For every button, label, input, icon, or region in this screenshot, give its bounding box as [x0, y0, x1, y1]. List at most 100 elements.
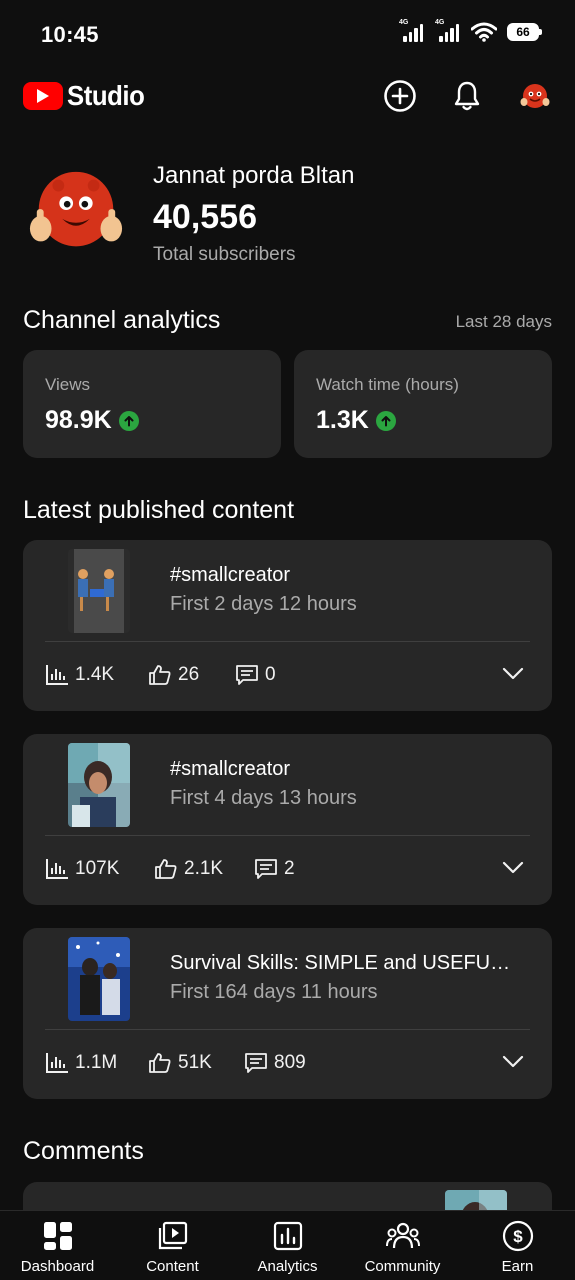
- video-title: #smallcreator: [170, 758, 291, 780]
- comment-icon: [236, 665, 258, 685]
- views-card[interactable]: Views 98.9K: [23, 350, 281, 458]
- trend-up-icon: [375, 410, 396, 431]
- comments-title: Comments: [23, 1137, 144, 1165]
- video-thumbnail[interactable]: [68, 549, 130, 633]
- stat-number: 1.3K: [316, 406, 369, 434]
- nav-label: Community: [364, 1258, 441, 1275]
- nav-label: Dashboard: [20, 1258, 95, 1275]
- comments-metric: 2: [254, 858, 295, 880]
- studio-logo[interactable]: Studio: [23, 80, 151, 112]
- notifications-button[interactable]: [447, 76, 487, 116]
- channel-avatar[interactable]: [27, 164, 125, 262]
- content-card[interactable]: #smallcreator First 4 days 13 hours 107K…: [23, 734, 552, 905]
- views-metric: 1.4K: [45, 664, 114, 686]
- chevron-down-icon: [502, 861, 524, 874]
- trend-up-icon: [118, 410, 139, 431]
- likes-value: 51K: [178, 1052, 212, 1073]
- likes-metric: 51K: [148, 1052, 212, 1074]
- thumb-up-icon: [149, 665, 171, 685]
- svg-text:$: $: [513, 1227, 523, 1246]
- expand-button[interactable]: [502, 667, 524, 686]
- channel-analytics-title: Channel analytics: [23, 306, 221, 334]
- comment-icon: [255, 859, 277, 879]
- nav-label: Earn: [501, 1258, 534, 1275]
- bar-chart-icon: [46, 665, 68, 685]
- comment-icon: [245, 1053, 267, 1073]
- nav-label: Analytics: [257, 1258, 318, 1275]
- divider: [45, 641, 530, 642]
- video-thumbnail[interactable]: [68, 743, 130, 827]
- subscriber-label: Total subscribers: [153, 244, 296, 265]
- chevron-down-icon: [502, 1055, 524, 1068]
- bell-icon: [454, 81, 480, 111]
- views-value: 1.1M: [75, 1052, 118, 1073]
- video-title: #smallcreator: [170, 564, 291, 586]
- nav-analytics[interactable]: Analytics: [230, 1219, 345, 1275]
- content-card[interactable]: Survival Skills: SIMPLE and USEFUL … Fir…: [23, 928, 552, 1099]
- video-timeframe: First 2 days 12 hours: [170, 593, 357, 615]
- expand-button[interactable]: [502, 861, 524, 880]
- views-metric: 1.1M: [45, 1052, 117, 1074]
- likes-metric: 2.1K: [154, 858, 223, 880]
- date-range-label: Last 28 days: [455, 312, 552, 331]
- channel-summary: Jannat porda Bltan 40,556 Total subscrib…: [23, 160, 553, 270]
- likes-value: 2.1K: [184, 858, 224, 879]
- expand-button[interactable]: [502, 1055, 524, 1074]
- video-title: Survival Skills: SIMPLE and USEFUL …: [170, 952, 520, 974]
- stat-number: 98.9K: [45, 406, 112, 434]
- comments-metric: 809: [244, 1052, 306, 1074]
- comments-metric: 0: [235, 664, 276, 686]
- divider: [45, 835, 530, 836]
- views-value: 1.4K: [75, 664, 115, 685]
- stat-label: Views: [45, 375, 91, 394]
- subscriber-count: 40,556: [153, 198, 257, 236]
- comments-value: 809: [274, 1052, 306, 1073]
- nav-earn[interactable]: $ Earn: [460, 1219, 575, 1275]
- likes-value: 26: [178, 664, 200, 685]
- battery-icon: 66: [507, 23, 542, 41]
- earn-icon: $: [502, 1220, 533, 1252]
- avatar: [520, 84, 550, 108]
- analytics-icon: [273, 1221, 302, 1251]
- thumb-up-icon: [149, 1053, 171, 1073]
- community-icon: [385, 1222, 420, 1249]
- chevron-down-icon: [502, 667, 524, 680]
- nav-dashboard[interactable]: Dashboard: [0, 1219, 115, 1275]
- thumb-up-icon: [155, 859, 177, 879]
- views-metric: 107K: [45, 858, 119, 880]
- cellular-signal-icon: 4G: [399, 19, 429, 42]
- views-value: 107K: [75, 858, 120, 879]
- dashboard-icon: [43, 1222, 72, 1250]
- stat-value: 98.9K: [45, 406, 139, 435]
- content-icon: [158, 1221, 187, 1250]
- nav-content[interactable]: Content: [115, 1219, 230, 1275]
- stat-label: Watch time (hours): [316, 375, 459, 394]
- nav-label: Content: [146, 1258, 199, 1275]
- nav-community[interactable]: Community: [345, 1219, 460, 1275]
- app-header: Studio: [0, 72, 575, 120]
- status-icons: 4G 4G 66: [399, 19, 542, 42]
- video-thumbnail[interactable]: [68, 937, 130, 1021]
- bar-chart-icon: [46, 1053, 68, 1073]
- cellular-signal-icon: 4G: [435, 19, 465, 42]
- likes-metric: 26: [148, 664, 199, 686]
- account-button[interactable]: [515, 76, 555, 116]
- logo-text: Studio: [67, 80, 145, 111]
- bar-chart-icon: [46, 859, 68, 879]
- latest-content-title: Latest published content: [23, 496, 295, 524]
- video-timeframe: First 4 days 13 hours: [170, 787, 357, 809]
- status-time: 10:45: [41, 22, 99, 47]
- create-plus-icon: [384, 80, 416, 112]
- create-button[interactable]: [380, 76, 420, 116]
- comments-value: 0: [265, 664, 276, 685]
- battery-level: 66: [516, 25, 530, 39]
- stat-value: 1.3K: [316, 406, 396, 435]
- bottom-navigation: Dashboard Content Analytics Community $ …: [0, 1210, 575, 1280]
- video-timeframe: First 164 days 11 hours: [170, 981, 378, 1003]
- youtube-logo-icon: [23, 82, 63, 110]
- comments-value: 2: [284, 858, 295, 879]
- content-card[interactable]: #smallcreator First 2 days 12 hours 1.4K…: [23, 540, 552, 711]
- wifi-icon: [471, 22, 497, 42]
- status-bar: 10:45 4G 4G 66: [0, 0, 575, 64]
- watch-time-card[interactable]: Watch time (hours) 1.3K: [294, 350, 552, 458]
